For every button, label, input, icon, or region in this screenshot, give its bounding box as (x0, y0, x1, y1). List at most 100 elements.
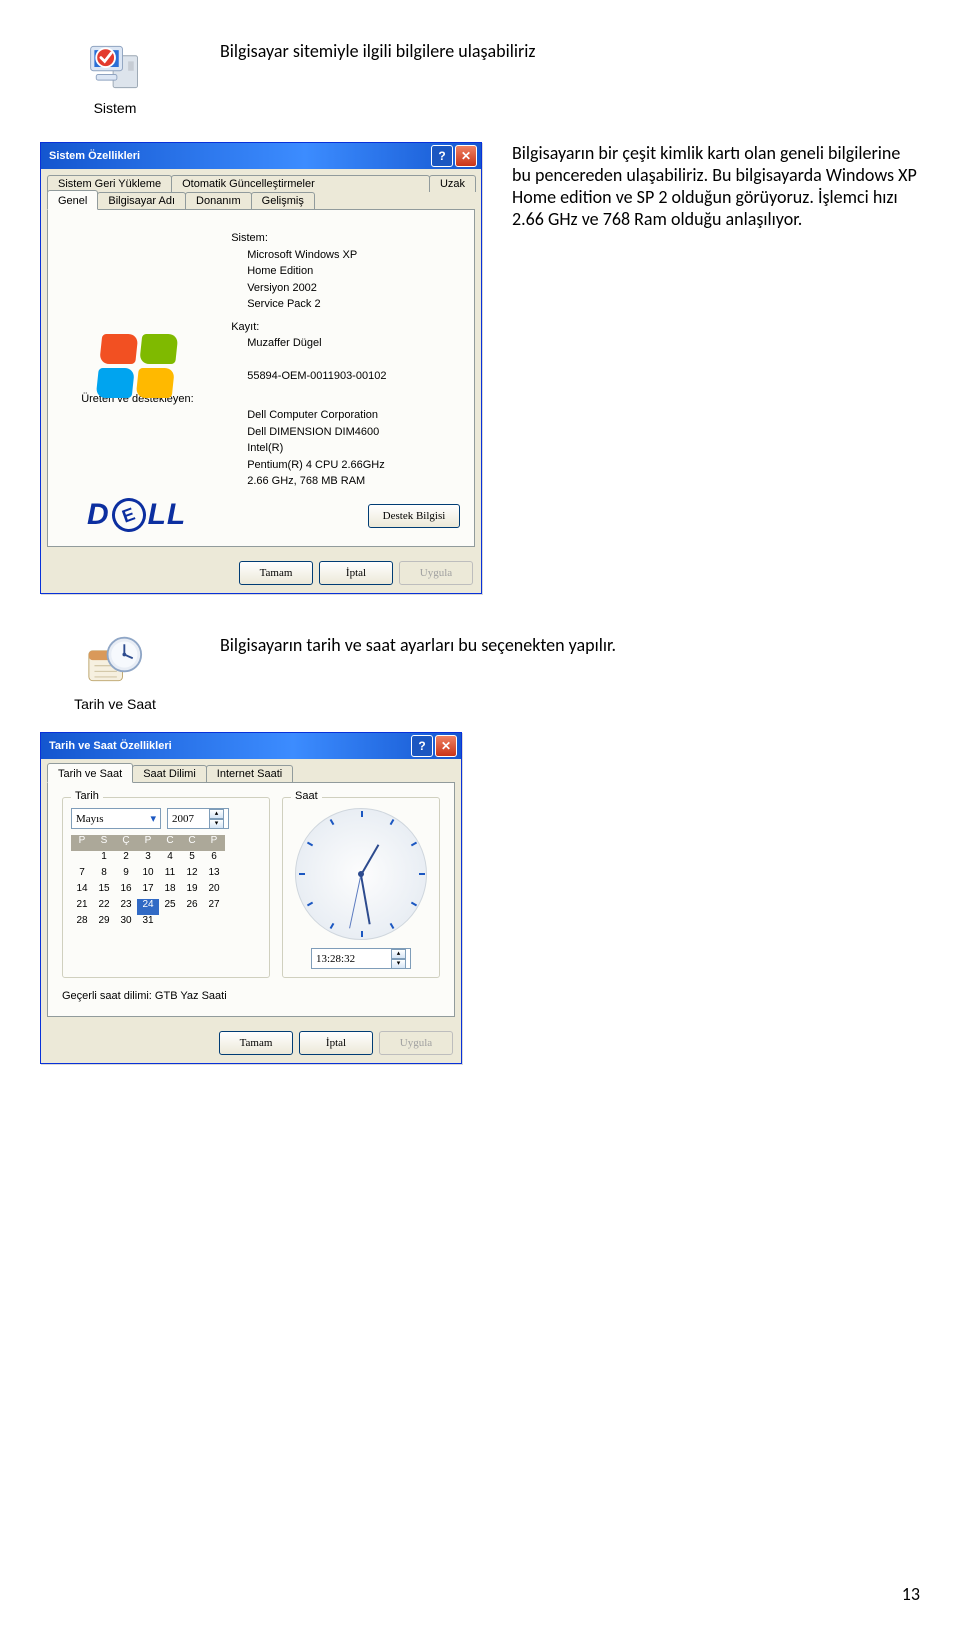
calendar-day[interactable]: 13 (203, 867, 225, 883)
datetime-properties-window: Tarih ve Saat Özellikleri ? ✕ Tarih ve S… (40, 732, 462, 1064)
calendar-day[interactable]: 5 (181, 851, 203, 867)
calendar-day[interactable]: 7 (71, 867, 93, 883)
dialog-buttons: Tamam İptal Uygula (41, 1023, 461, 1063)
dell-logo-icon: DELL (87, 498, 186, 532)
system-properties-window: Sistem Özellikleri ? ✕ Sistem Geri Yükle… (40, 142, 482, 594)
tab-panel-datetime: Tarih Mayıs ▾ 2007 ▴▾ PSÇPCCP12345678910… (47, 782, 455, 1017)
system-icon (85, 40, 145, 94)
registration-line: 55894-OEM-0011903-00102 (247, 368, 460, 385)
calendar-day[interactable]: 9 (115, 867, 137, 883)
tab-internet-time[interactable]: Internet Saati (206, 765, 293, 782)
control-panel-datetime-item[interactable]: Tarih ve Saat (40, 634, 190, 712)
calendar-day[interactable]: 20 (203, 883, 225, 899)
time-spinner[interactable]: 13:28:32 ▴▾ (311, 948, 411, 969)
calendar-day[interactable]: 23 (115, 899, 137, 915)
ok-button[interactable]: Tamam (219, 1031, 293, 1055)
calendar-day[interactable]: 1 (93, 851, 115, 867)
tab-hardware[interactable]: Donanım (185, 192, 252, 209)
tab-timezone[interactable]: Saat Dilimi (132, 765, 207, 782)
time-group: Saat 13:28:32 ▴▾ (282, 797, 440, 978)
datetime-icon (85, 634, 145, 690)
calendar-day[interactable]: 25 (159, 899, 181, 915)
calendar-day[interactable]: 15 (93, 883, 115, 899)
calendar-day-header: S (93, 835, 115, 851)
tab-computer-name[interactable]: Bilgisayar Adı (97, 192, 186, 209)
window-title: Sistem Özellikleri (49, 150, 429, 162)
titlebar[interactable]: Tarih ve Saat Özellikleri ? ✕ (41, 733, 461, 759)
calendar-day-header: P (71, 835, 93, 851)
calendar-day[interactable]: 26 (181, 899, 203, 915)
system-info-line: Home Edition (247, 263, 460, 280)
calendar-day[interactable]: 21 (71, 899, 93, 915)
tab-auto-updates[interactable]: Otomatik Güncelleştirmeler (171, 175, 430, 192)
apply-button[interactable]: Uygula (379, 1031, 453, 1055)
titlebar[interactable]: Sistem Özellikleri ? ✕ (41, 143, 481, 169)
calendar-day[interactable]: 3 (137, 851, 159, 867)
manufacturer-line: Intel(R) (247, 440, 460, 457)
calendar-day[interactable]: 30 (115, 915, 137, 931)
datetime-tabs: Tarih ve Saat Saat Dilimi Internet Saati (41, 759, 461, 782)
support-info-button[interactable]: Destek Bilgisi (368, 504, 460, 528)
calendar-day[interactable]: 14 (71, 883, 93, 899)
calendar-day[interactable]: 22 (93, 899, 115, 915)
analog-clock (295, 808, 427, 940)
tabs-row-back: Sistem Geri Yükleme Otomatik Güncelleşti… (41, 169, 481, 192)
registration-heading: Kayıt: (231, 319, 460, 336)
calendar-grid[interactable]: PSÇPCCP123456789101112131415161718192021… (71, 835, 261, 931)
windows-flag-icon (95, 334, 178, 398)
cancel-button[interactable]: İptal (319, 561, 393, 585)
calendar-day[interactable]: 11 (159, 867, 181, 883)
registration-line (247, 352, 460, 369)
system-caption: Bilgisayar sitemiyle ilgili bilgilere ul… (220, 40, 536, 62)
calendar-day-header: P (137, 835, 159, 851)
month-select[interactable]: Mayıs ▾ (71, 808, 161, 829)
datetime-icon-label: Tarih ve Saat (40, 696, 190, 712)
close-button[interactable]: ✕ (455, 145, 477, 167)
close-button[interactable]: ✕ (435, 735, 457, 757)
calendar-day[interactable]: 31 (137, 915, 159, 931)
chevron-down-icon: ▾ (150, 812, 156, 825)
calendar-day[interactable]: 19 (181, 883, 203, 899)
registration-line: Muzaffer Dügel (247, 335, 460, 352)
tab-date-time[interactable]: Tarih ve Saat (47, 763, 133, 783)
calendar-day[interactable]: 12 (181, 867, 203, 883)
calendar-day[interactable]: 4 (159, 851, 181, 867)
calendar-day[interactable]: 27 (203, 899, 225, 915)
system-info-line: Versiyon 2002 (247, 280, 460, 297)
spinner-buttons[interactable]: ▴▾ (209, 809, 224, 829)
datetime-caption: Bilgisayarın tarih ve saat ayarları bu s… (220, 634, 616, 656)
help-button[interactable]: ? (411, 735, 433, 757)
calendar-day[interactable]: 2 (115, 851, 137, 867)
manufacturer-line: Pentium(R) 4 CPU 2.66GHz (247, 457, 460, 474)
calendar-day[interactable]: 6 (203, 851, 225, 867)
calendar-day[interactable]: 8 (93, 867, 115, 883)
calendar-day[interactable]: 10 (137, 867, 159, 883)
apply-button[interactable]: Uygula (399, 561, 473, 585)
calendar-day[interactable]: 18 (159, 883, 181, 899)
manufacturer-line: Dell DIMENSION DIM4600 (247, 424, 460, 441)
calendar-day[interactable]: 24 (137, 899, 159, 915)
calendar-day[interactable]: 16 (115, 883, 137, 899)
ok-button[interactable]: Tamam (239, 561, 313, 585)
calendar-day[interactable]: 17 (137, 883, 159, 899)
date-group: Tarih Mayıs ▾ 2007 ▴▾ PSÇPCCP12345678910… (62, 797, 270, 978)
control-panel-system-item[interactable]: Sistem (40, 40, 190, 116)
tabs-row-front: Genel Bilgisayar Adı Donanım Gelişmiş (41, 192, 481, 209)
manufacturer-line: 2.66 GHz, 768 MB RAM (247, 473, 460, 490)
spinner-buttons[interactable]: ▴▾ (391, 949, 406, 969)
help-button[interactable]: ? (431, 145, 453, 167)
cancel-button[interactable]: İptal (299, 1031, 373, 1055)
calendar-day[interactable]: 28 (71, 915, 93, 931)
calendar-day-header: P (203, 835, 225, 851)
tab-general[interactable]: Genel (47, 190, 98, 210)
system-heading: Sistem: (231, 230, 460, 247)
tab-remote[interactable]: Uzak (429, 175, 476, 192)
system-info-line: Service Pack 2 (247, 296, 460, 313)
page-number: 13 (902, 1583, 920, 1605)
calendar-day[interactable]: 29 (93, 915, 115, 931)
tab-advanced[interactable]: Gelişmiş (251, 192, 315, 209)
system-icon-label: Sistem (40, 100, 190, 116)
year-spinner[interactable]: 2007 ▴▾ (167, 808, 229, 829)
calendar-day-header: Ç (115, 835, 137, 851)
window-title: Tarih ve Saat Özellikleri (49, 740, 409, 752)
